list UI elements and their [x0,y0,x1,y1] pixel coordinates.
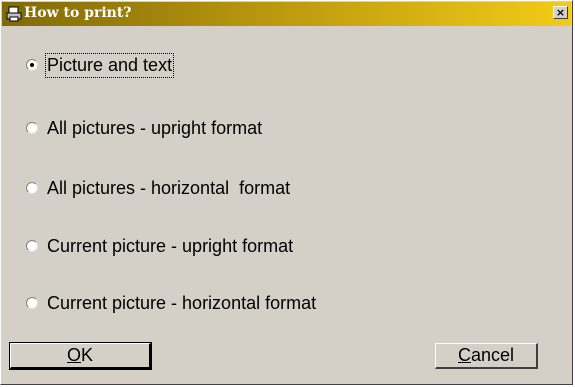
close-icon: × [555,6,566,19]
option-label: Current picture - upright format [47,235,294,256]
ok-rest: K [81,345,94,365]
option-current-picture-upright[interactable]: Current picture - upright format [26,234,293,258]
option-picture-and-text[interactable]: Picture and text [26,52,175,78]
cancel-rest: ancel [470,345,515,365]
ok-button[interactable]: OK [9,342,152,370]
option-current-picture-horizontal[interactable]: Current picture - horizontal format [26,291,316,315]
option-label: All pictures - horizontal format [47,177,291,198]
window-title: How to print? [24,5,132,21]
radio-button[interactable] [26,240,38,252]
option-all-pictures-horizontal[interactable]: All pictures - horizontal format [26,176,290,200]
printer-icon [6,6,22,22]
option-label: Picture and text [44,52,175,78]
radio-button[interactable] [26,182,38,194]
close-button[interactable]: × [553,6,568,19]
cancel-button[interactable]: Cancel [435,343,538,369]
option-label: Current picture - horizontal format [47,292,317,313]
title-bar[interactable]: How to print? × [2,2,571,26]
radio-button[interactable] [26,297,38,309]
option-all-pictures-upright[interactable]: All pictures - upright format [26,116,262,140]
ok-accel: O [66,345,81,365]
radio-button[interactable] [26,59,38,71]
print-dialog: How to print? × Picture and text All pic… [0,0,573,385]
cancel-accel: C [457,345,471,365]
option-label: All pictures - upright format [47,117,263,138]
radio-button[interactable] [26,122,38,134]
